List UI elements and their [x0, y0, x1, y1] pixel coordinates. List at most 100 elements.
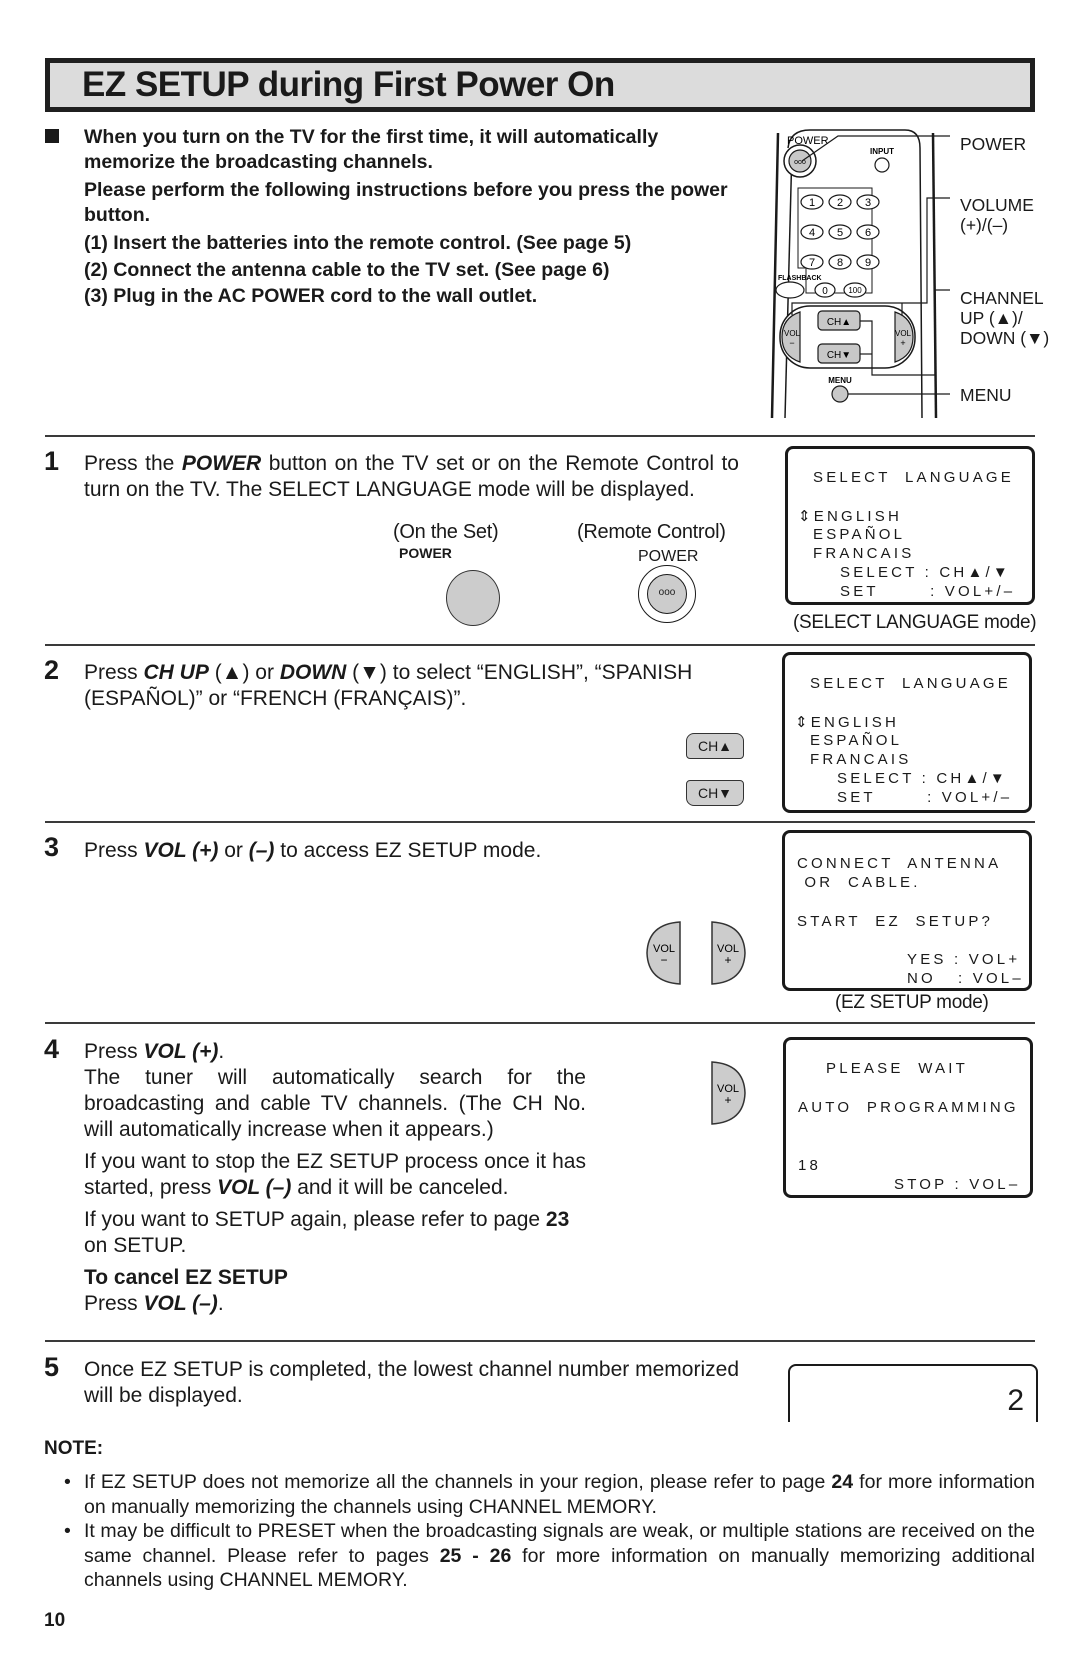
- step-4-text: Press VOL (+). The tuner will automatica…: [84, 1040, 586, 1315]
- bullet-square-icon: [45, 129, 59, 143]
- svg-text:0: 0: [822, 286, 828, 297]
- callout-channel-line1: CHANNEL: [960, 288, 1044, 308]
- svg-text:−: −: [660, 953, 667, 967]
- svg-text:VOL: VOL: [895, 329, 912, 338]
- remote-flashback-button: [775, 281, 805, 299]
- osd-line: ESPAÑOL: [813, 526, 906, 543]
- svg-text:+: +: [724, 1093, 731, 1107]
- callout-channel: CHANNEL UP (▲)/ DOWN (▼): [960, 288, 1049, 348]
- osd-line: SET : VOL+/–: [837, 789, 1013, 806]
- intro-item-1: (1) Insert the batteries into the remote…: [84, 232, 632, 254]
- callout-volume-line2: (+)/(–): [960, 215, 1009, 235]
- svg-text:3: 3: [865, 197, 871, 209]
- svg-text:+: +: [900, 338, 905, 348]
- remote-power-button: ooo: [783, 144, 817, 178]
- osd-line: SELECT LANGUAGE: [813, 469, 1014, 486]
- callout-channel-line2: UP (▲)/: [960, 308, 1023, 328]
- remote-keypad: 1 2 3 4 5 6 7 8 9: [800, 194, 880, 270]
- intro-paragraph-2: Please perform the following instruction…: [84, 179, 728, 226]
- callout-volume: VOLUME (+)/(–): [960, 195, 1034, 235]
- osd-line: CONNECT ANTENNA: [797, 855, 1002, 872]
- remote-menu-button: [831, 385, 849, 403]
- remote-navigation-cluster: VOL − VOL + CH▲ CH▼: [779, 305, 916, 369]
- callout-menu: MENU: [960, 385, 1012, 405]
- svg-text:4: 4: [809, 227, 815, 239]
- remote-digit-button-8: 8: [828, 254, 852, 270]
- remote-power-caption: POWER: [638, 548, 699, 565]
- remote-flashback-label: FLASHBACK: [778, 275, 822, 282]
- osd-caption-ez-setup: (EZ SETUP mode): [835, 992, 989, 1013]
- svg-text:CH▼: CH▼: [827, 350, 851, 361]
- remote-digit-button-1: 1: [800, 194, 824, 210]
- section-divider: [45, 821, 1035, 823]
- remote-digit-button-9: 9: [856, 254, 880, 270]
- ch-up-button: CH▲: [686, 733, 744, 759]
- osd-channel-number: 18: [798, 1157, 822, 1174]
- step-number-3: 3: [44, 832, 60, 862]
- remote-input-button: [874, 157, 890, 173]
- svg-text:−: −: [789, 338, 794, 348]
- remote-control-caption: (Remote Control): [577, 521, 726, 543]
- channel-display-value: 2: [1007, 1384, 1024, 1417]
- section-divider: [45, 435, 1035, 437]
- callout-volume-line1: VOLUME: [960, 195, 1034, 215]
- remote-control-illustration: POWER ooo INPUT 1 2 3 4 5 6 7 8 9 FLASHBACK 0 10…: [770, 129, 950, 419]
- remote-digit-button-3: 3: [856, 194, 880, 210]
- vol-minus-button: VOL −: [646, 921, 681, 985]
- note-item: It may be difficult to PRESET when the b…: [60, 1519, 1035, 1593]
- ch-down-button: CH▼: [686, 780, 744, 806]
- callout-power: POWER: [960, 134, 1027, 154]
- step-number-1: 1: [44, 446, 60, 476]
- osd-auto-programming: PLEASE WAIT AUTO PROGRAMMING 18 STOP : V…: [783, 1037, 1033, 1198]
- step-number-2: 2: [44, 655, 60, 685]
- step-1-text: Press the POWER button on the TV set or …: [84, 452, 739, 501]
- osd-line: STOP : VOL–: [894, 1176, 1021, 1193]
- on-set-power-button: [446, 570, 500, 626]
- remote-digit-button-5: 5: [828, 224, 852, 240]
- svg-text:1: 1: [809, 197, 815, 209]
- intro-section: When you turn on the TV for the first ti…: [45, 125, 745, 313]
- vol-plus-button: VOL +: [711, 921, 746, 985]
- osd-line: ⇕ENGLISH: [798, 508, 903, 525]
- osd-select-language-1: SELECT LANGUAGE ⇕ENGLISH ESPAÑOL FRANCAI…: [785, 446, 1035, 605]
- step-4-paragraph-1: The tuner will automatically search for …: [84, 1066, 586, 1141]
- remote-power-button-large: ooo: [638, 565, 696, 623]
- channel-display: 2: [788, 1364, 1038, 1422]
- svg-text:9: 9: [865, 257, 871, 269]
- osd-line: PLEASE WAIT: [826, 1060, 969, 1077]
- note-list: If EZ SETUP does not memorize all the ch…: [60, 1470, 1035, 1593]
- vol-plus-button-step4: VOL +: [711, 1061, 746, 1125]
- remote-power-button-inner: ooo: [647, 574, 687, 614]
- remote-power-label: POWER: [787, 135, 829, 147]
- on-set-power-label: POWER: [399, 545, 452, 561]
- osd-line: START EZ SETUP?: [797, 913, 994, 930]
- note-heading: NOTE:: [44, 1438, 104, 1459]
- callout-channel-line3: DOWN (▼): [960, 328, 1050, 348]
- osd-line: AUTO PROGRAMMING: [798, 1099, 1019, 1116]
- page-title: EZ SETUP during First Power On: [82, 65, 615, 104]
- osd-line: SELECT LANGUAGE: [810, 675, 1011, 692]
- section-divider: [45, 1340, 1035, 1342]
- svg-text:VOL: VOL: [784, 329, 801, 338]
- osd-line: SELECT : CH▲/▼: [837, 770, 1008, 787]
- osd-caption-select-language: (SELECT LANGUAGE mode): [793, 612, 1037, 633]
- svg-text:7: 7: [809, 257, 815, 269]
- osd-line: FRANCAIS: [813, 545, 915, 562]
- intro-item-3: (3) Plug in the AC POWER cord to the wal…: [84, 285, 538, 307]
- page-title-bar: EZ SETUP during First Power On: [45, 58, 1035, 112]
- svg-text:+: +: [724, 953, 731, 967]
- remote-digit-button-6: 6: [856, 224, 880, 240]
- svg-text:6: 6: [865, 227, 871, 239]
- intro-paragraph-1: When you turn on the TV for the first ti…: [84, 126, 659, 173]
- osd-line: ⇕ENGLISH: [795, 714, 900, 731]
- osd-line: OR CABLE.: [797, 874, 921, 891]
- osd-select-language-2: SELECT LANGUAGE ⇕ENGLISH ESPAÑOL FRANCAI…: [782, 652, 1032, 813]
- svg-text:100: 100: [848, 286, 862, 295]
- page-number: 10: [44, 1610, 66, 1631]
- svg-text:8: 8: [837, 257, 843, 269]
- remote-100-button: 100: [843, 282, 867, 298]
- section-divider: [45, 1022, 1035, 1024]
- osd-ez-setup: CONNECT ANTENNA OR CABLE. START EZ SETUP…: [782, 830, 1032, 991]
- osd-line: YES : VOL+: [907, 951, 1021, 968]
- cancel-heading: To cancel EZ SETUP: [84, 1266, 288, 1289]
